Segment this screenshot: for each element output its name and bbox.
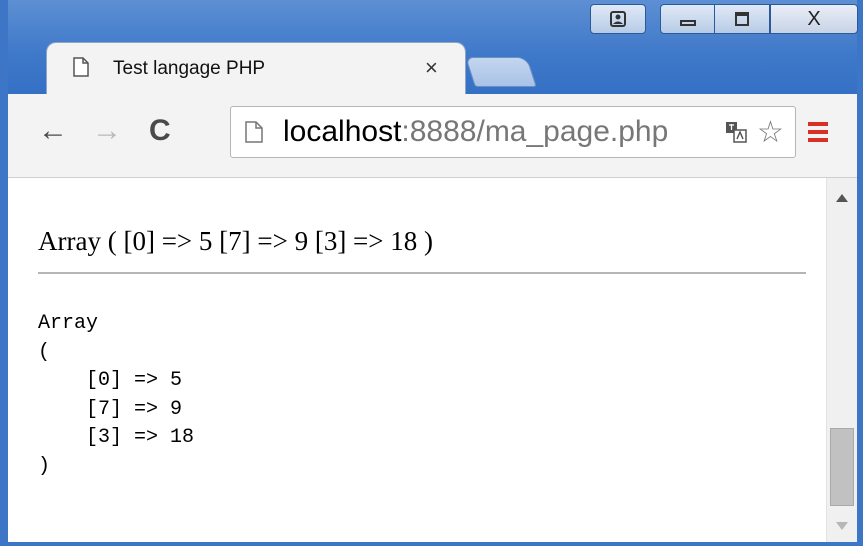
reload-button[interactable]: C <box>149 116 171 146</box>
new-tab-button[interactable] <box>465 57 537 87</box>
window-frame-bottom <box>0 542 863 546</box>
url-host: localhost <box>283 115 402 148</box>
maximize-button[interactable] <box>714 4 770 34</box>
bookmark-star-icon[interactable]: ☆ <box>757 115 784 150</box>
scroll-down-arrow-icon[interactable] <box>836 522 848 530</box>
close-window-button[interactable]: X <box>770 4 858 34</box>
tab-close-icon[interactable]: × <box>425 55 438 81</box>
vertical-scrollbar[interactable] <box>826 178 857 542</box>
print-r-pre-output: Array ( [0] => 5 [7] => 9 [3] => 18 ) <box>38 312 195 478</box>
browser-window: X Test langage PHP × ← → C localhost:888… <box>0 0 863 546</box>
menu-icon-bar <box>808 130 828 134</box>
menu-icon-bar <box>808 138 828 142</box>
maximize-icon <box>735 12 749 26</box>
menu-icon-bar <box>808 122 828 126</box>
address-bar[interactable]: localhost:8888/ma_page.php ☆ <box>230 106 796 158</box>
toolbar: ← → C localhost:8888/ma_page.php ☆ <box>8 94 857 178</box>
tab-active[interactable]: Test langage PHP × <box>46 42 466 96</box>
forward-button[interactable]: → <box>92 116 122 146</box>
window-frame-right <box>857 0 863 546</box>
minimize-icon <box>679 20 696 26</box>
close-window-label: X <box>807 7 821 30</box>
url-text[interactable]: localhost:8888/ma_page.php <box>283 115 715 149</box>
scrollbar-thumb[interactable] <box>830 428 854 506</box>
user-button[interactable] <box>590 4 646 34</box>
print-r-output: Array ( [0] => 5 [7] => 9 [3] => 18 ) <box>38 226 434 256</box>
page-icon <box>73 57 89 77</box>
url-path: :8888/ma_page.php <box>401 115 669 148</box>
scroll-up-arrow-icon[interactable] <box>836 194 848 202</box>
window-frame-left <box>0 0 8 546</box>
back-button[interactable]: ← <box>38 116 68 146</box>
menu-icon[interactable] <box>808 122 828 142</box>
horizontal-rule <box>38 272 806 274</box>
page-icon <box>245 121 263 143</box>
translate-icon[interactable] <box>725 121 747 143</box>
minimize-button[interactable] <box>660 4 714 34</box>
page-content: Array ( [0] => 5 [7] => 9 [3] => 18 ) Ar… <box>8 178 826 542</box>
user-icon <box>610 11 626 27</box>
tab-title: Test langage PHP <box>113 58 266 79</box>
